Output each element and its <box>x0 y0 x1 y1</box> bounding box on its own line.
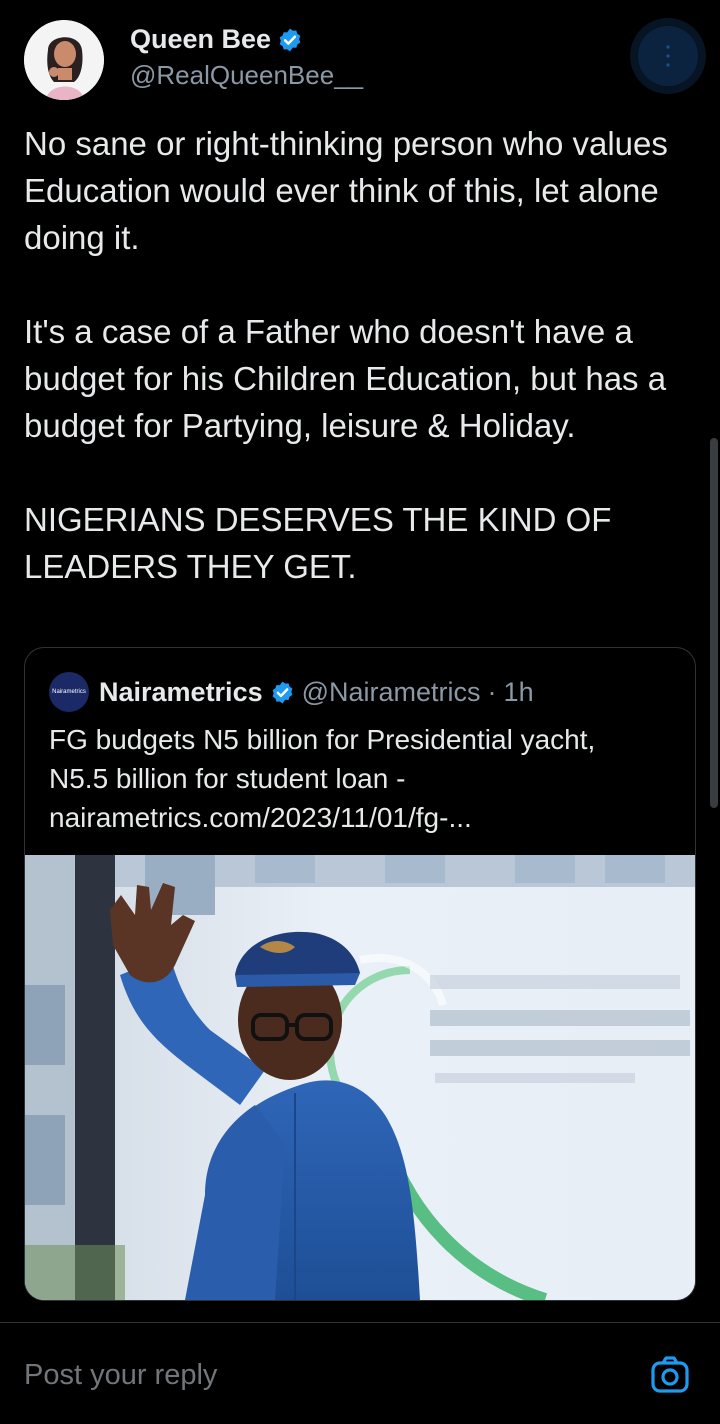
avatar-image <box>24 20 104 100</box>
tweet-paragraph: NIGERIANS DESERVES THE KIND OF LEADERS T… <box>24 501 612 585</box>
quoted-author-avatar: Nairametrics <box>49 672 89 712</box>
scrollbar[interactable] <box>710 438 718 808</box>
quoted-text-line: N5.5 billion for student loan - <box>49 763 406 794</box>
author-handle[interactable]: @RealQueenBee__ <box>130 60 363 91</box>
quoted-tweet-card[interactable]: Nairametrics Nairametrics @Nairametrics … <box>24 647 696 1301</box>
quoted-avatar-logo-text: Nairametrics <box>52 689 86 695</box>
verified-badge-icon <box>272 681 293 703</box>
author-avatar[interactable] <box>24 20 104 100</box>
tweet-body: No sane or right-thinking person who val… <box>24 120 694 590</box>
quoted-author-name: Nairametrics <box>99 676 263 707</box>
quoted-media-image[interactable] <box>25 855 695 1300</box>
photo-illustration <box>25 855 695 1300</box>
tweet-header: Queen Bee @RealQueenBee__ <box>24 18 698 108</box>
camera-icon[interactable] <box>650 1355 690 1395</box>
more-options-button[interactable] <box>638 26 698 86</box>
meta-separator: · <box>487 676 497 707</box>
quoted-tweet-header: Nairametrics Nairametrics @Nairametrics … <box>49 672 534 712</box>
quoted-text-line[interactable]: nairametrics.com/2023/11/01/fg-... <box>49 798 679 837</box>
verified-badge-icon <box>279 28 301 51</box>
tweet-paragraph: No sane or right-thinking person who val… <box>24 125 668 256</box>
quoted-author-handle: @Nairametrics <box>301 676 481 707</box>
reply-input[interactable]: Post your reply <box>24 1359 217 1392</box>
quoted-tweet-text: FG budgets N5 billion for Presidential y… <box>49 720 679 837</box>
quoted-text-line: FG budgets N5 billion for Presidential y… <box>49 724 596 755</box>
tweet-paragraph: It's a case of a Father who doesn't have… <box>24 313 667 444</box>
author-display-name[interactable]: Queen Bee <box>130 24 271 55</box>
more-vertical-icon <box>666 45 670 67</box>
quoted-timestamp: 1h <box>503 676 534 707</box>
reply-bar: Post your reply <box>0 1323 720 1424</box>
